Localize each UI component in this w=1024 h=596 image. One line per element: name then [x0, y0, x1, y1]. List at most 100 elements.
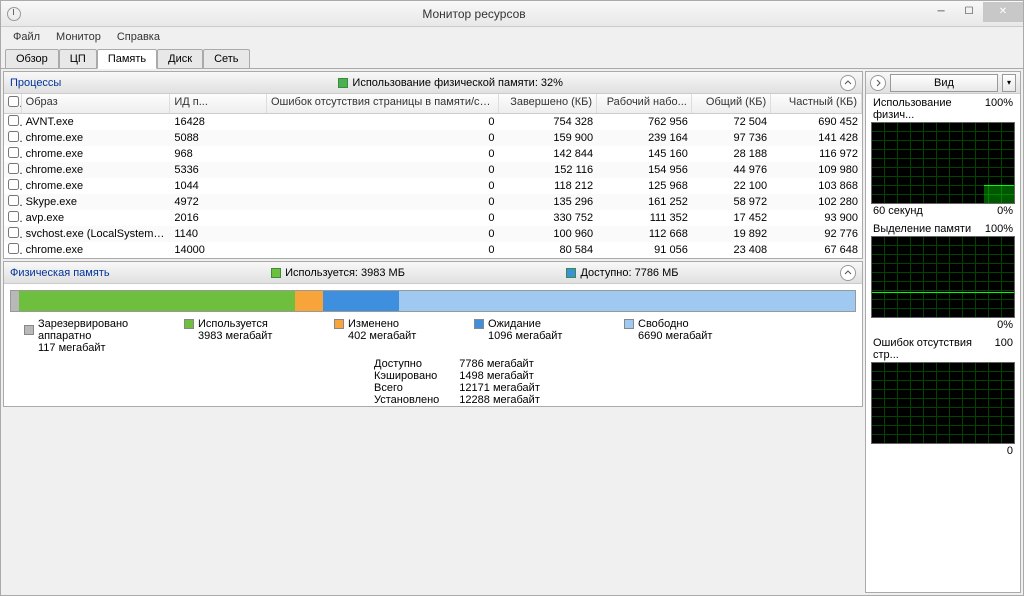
cell-err: 0: [267, 132, 499, 144]
cell-private: 102 280: [771, 196, 862, 208]
cell-ws: 145 160: [597, 148, 692, 160]
row-checkbox[interactable]: [8, 147, 19, 158]
used-indicator-icon: [271, 268, 281, 278]
row-checkbox[interactable]: [8, 131, 19, 142]
used-label: Используется: 3983 МБ: [285, 267, 405, 279]
cell-pid: 2016: [170, 212, 267, 224]
table-row[interactable]: avp.exe20160330 752111 35217 45293 900: [4, 210, 862, 226]
window-title: Монитор ресурсов: [21, 7, 927, 21]
cell-image: AVNT.exe: [22, 116, 171, 128]
cell-pid: 5336: [170, 164, 267, 176]
maximize-button[interactable]: ☐: [955, 2, 983, 22]
cell-private: 690 452: [771, 116, 862, 128]
titlebar: Монитор ресурсов ─ ☐ ✕: [1, 1, 1023, 27]
cell-pid: 1044: [170, 180, 267, 192]
cell-commit: 118 212: [499, 180, 598, 192]
cell-shared: 22 100: [692, 180, 771, 192]
phys-usage-label: Использование физической памяти: 32%: [352, 77, 563, 89]
th-pid[interactable]: ИД п...: [170, 94, 267, 113]
legend-item: Свободно6690 мегабайт: [624, 318, 754, 354]
g3-sub-r: 0: [1007, 445, 1013, 457]
tab-overview[interactable]: Обзор: [5, 49, 59, 68]
table-row[interactable]: chrome.exe14000080 58491 05623 40867 648: [4, 242, 862, 258]
view-button[interactable]: Вид: [890, 74, 998, 92]
cell-private: 109 980: [771, 164, 862, 176]
menubar: Файл Монитор Справка: [1, 27, 1023, 47]
usage-indicator-icon: [338, 78, 348, 88]
cell-private: 141 428: [771, 132, 862, 144]
memory-bar: [10, 290, 856, 312]
g1-max: 100%: [985, 97, 1013, 121]
cell-ws: 112 668: [597, 228, 692, 240]
th-private[interactable]: Частный (КБ): [771, 94, 862, 113]
cell-commit: 159 900: [499, 132, 598, 144]
cell-err: 0: [267, 212, 499, 224]
table-row[interactable]: svchost.exe (LocalSystemNet...11400100 9…: [4, 226, 862, 242]
tab-cpu[interactable]: ЦП: [59, 49, 97, 68]
cell-pid: 4972: [170, 196, 267, 208]
row-checkbox[interactable]: [8, 243, 19, 254]
cell-image: Skype.exe: [22, 196, 171, 208]
row-checkbox[interactable]: [8, 227, 19, 238]
table-row[interactable]: chrome.exe50880159 900239 16497 736141 4…: [4, 130, 862, 146]
minimize-button[interactable]: ─: [927, 2, 955, 22]
cell-image: chrome.exe: [22, 180, 171, 192]
row-checkbox[interactable]: [8, 163, 19, 174]
cell-pid: 5088: [170, 132, 267, 144]
menu-file[interactable]: Файл: [5, 29, 48, 45]
cell-commit: 142 844: [499, 148, 598, 160]
tab-network[interactable]: Сеть: [203, 49, 249, 68]
cell-ws: 91 056: [597, 244, 692, 256]
table-row[interactable]: chrome.exe10440118 212125 96822 100103 8…: [4, 178, 862, 194]
cell-commit: 152 116: [499, 164, 598, 176]
legend-item: Ожидание1096 мегабайт: [474, 318, 624, 354]
cell-shared: 58 972: [692, 196, 771, 208]
tab-disk[interactable]: Диск: [157, 49, 203, 68]
graphs-pane: Вид ▾ Использование физич...100% 60 секу…: [865, 71, 1021, 593]
row-checkbox[interactable]: [8, 211, 19, 222]
cell-err: 0: [267, 180, 499, 192]
th-image[interactable]: Образ: [22, 94, 171, 113]
cell-ws: 161 252: [597, 196, 692, 208]
th-shared[interactable]: Общий (КБ): [692, 94, 771, 113]
table-row[interactable]: chrome.exe9680142 844145 16028 188116 97…: [4, 146, 862, 162]
physmem-title: Физическая память: [10, 267, 110, 279]
row-checkbox[interactable]: [8, 195, 19, 206]
cell-pid: 1140: [170, 228, 267, 240]
g2-sub-r: 0%: [997, 319, 1013, 331]
cell-image: chrome.exe: [22, 132, 171, 144]
cell-shared: 23 408: [692, 244, 771, 256]
row-checkbox[interactable]: [8, 179, 19, 190]
collapse-physmem-icon[interactable]: [840, 265, 856, 281]
th-commit[interactable]: Завершено (КБ): [499, 94, 598, 113]
th-ws[interactable]: Рабочий набо...: [597, 94, 692, 113]
menu-monitor[interactable]: Монитор: [48, 29, 109, 45]
table-row[interactable]: chrome.exe53360152 116154 95644 976109 9…: [4, 162, 862, 178]
g3-max: 100: [995, 337, 1013, 361]
avail-indicator-icon: [566, 268, 576, 278]
cell-pid: 16428: [170, 116, 267, 128]
cell-shared: 28 188: [692, 148, 771, 160]
cell-commit: 754 328: [499, 116, 598, 128]
cell-image: chrome.exe: [22, 244, 171, 256]
select-all-checkbox[interactable]: [8, 96, 19, 107]
cell-ws: 762 956: [597, 116, 692, 128]
cell-commit: 330 752: [499, 212, 598, 224]
collapse-processes-icon[interactable]: [840, 75, 856, 91]
view-dropdown-icon[interactable]: ▾: [1002, 74, 1016, 92]
cell-commit: 100 960: [499, 228, 598, 240]
close-button[interactable]: ✕: [983, 2, 1023, 22]
cell-ws: 239 164: [597, 132, 692, 144]
tab-memory[interactable]: Память: [97, 49, 157, 69]
table-row[interactable]: AVNT.exe164280754 328762 95672 504690 45…: [4, 114, 862, 130]
table-row[interactable]: Skype.exe49720135 296161 25258 972102 28…: [4, 194, 862, 210]
cell-err: 0: [267, 148, 499, 160]
th-err[interactable]: Ошибок отсутствия страницы в памяти/сек.: [267, 94, 499, 113]
expand-graphs-icon[interactable]: [870, 75, 886, 91]
menu-help[interactable]: Справка: [109, 29, 168, 45]
legend-item: Используется3983 мегабайт: [184, 318, 334, 354]
memory-legend: Зарезервировано аппаратно117 мегабайтИсп…: [4, 318, 862, 354]
cell-shared: 97 736: [692, 132, 771, 144]
row-checkbox[interactable]: [8, 115, 19, 126]
cell-shared: 17 452: [692, 212, 771, 224]
